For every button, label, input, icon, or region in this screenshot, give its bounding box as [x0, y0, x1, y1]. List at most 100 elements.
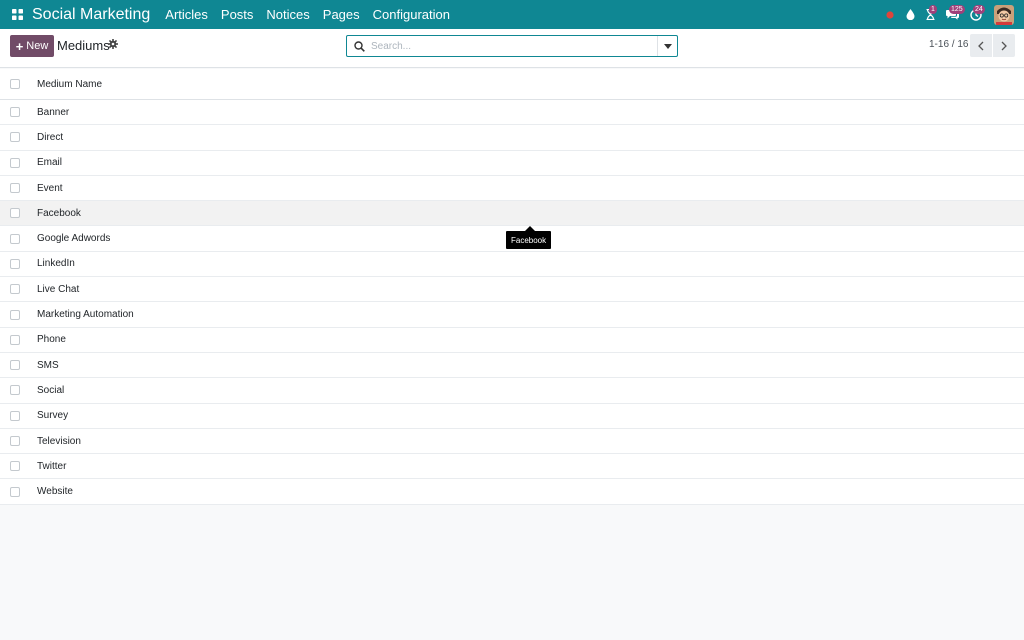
row-checkbox[interactable] — [10, 258, 20, 269]
table-row[interactable]: Email — [0, 150, 1024, 176]
row-checkbox-cell — [0, 157, 30, 168]
search-options-toggle[interactable] — [657, 36, 677, 56]
new-button[interactable]: + New — [10, 35, 54, 57]
row-checkbox[interactable] — [10, 385, 20, 396]
medium-name-cell: Email — [37, 157, 63, 169]
droplet-icon[interactable] — [900, 0, 920, 29]
row-checkbox-cell — [0, 208, 30, 219]
medium-name-cell: Twitter — [37, 460, 67, 472]
row-checkbox[interactable] — [10, 410, 20, 421]
table-row[interactable]: Marketing Automation — [0, 302, 1024, 328]
top-navbar: Social Marketing Articles Posts Notices … — [0, 0, 1024, 29]
pager-value[interactable]: 1-16 / 16 — [929, 39, 968, 50]
row-checkbox[interactable] — [10, 157, 20, 168]
chevron-left-icon — [978, 41, 984, 50]
row-checkbox-cell — [0, 233, 30, 244]
mediums-list: Medium Name Banner Direct Email Event Fa… — [0, 69, 1024, 505]
medium-name-cell: Television — [37, 435, 81, 447]
row-checkbox-cell — [0, 258, 30, 269]
medium-name-cell: Facebook — [37, 207, 81, 219]
search-bar — [346, 35, 678, 57]
search-input[interactable] — [371, 37, 657, 55]
page-title: Mediums — [57, 38, 110, 53]
select-all-cell — [0, 79, 30, 89]
medium-name-cell: Live Chat — [37, 283, 80, 295]
row-checkbox-cell — [0, 436, 30, 446]
table-row[interactable]: Banner — [0, 100, 1024, 126]
row-checkbox[interactable] — [10, 208, 20, 219]
status-dot-icon[interactable] — [880, 0, 900, 29]
pager-next-button[interactable] — [993, 34, 1015, 57]
medium-name-cell: LinkedIn — [37, 258, 75, 270]
row-checkbox[interactable] — [10, 183, 20, 194]
apps-grid-icon[interactable] — [2, 0, 32, 29]
table-row[interactable]: Phone — [0, 327, 1024, 353]
table-row[interactable]: LinkedIn — [0, 251, 1024, 278]
systray: 1 125 24 — [880, 0, 1024, 29]
row-checkbox-cell — [0, 107, 30, 118]
gear-icon[interactable] — [108, 39, 118, 49]
pager-previous-button[interactable] — [970, 34, 992, 57]
row-checkbox[interactable] — [10, 461, 20, 472]
app-name[interactable]: Social Marketing — [32, 6, 150, 24]
row-checkbox[interactable] — [10, 107, 20, 118]
row-checkbox[interactable] — [10, 132, 20, 143]
new-button-label: New — [26, 40, 49, 52]
table-row[interactable]: Event — [0, 175, 1024, 202]
chat-badge: 125 — [949, 5, 965, 14]
medium-name-cell: Website — [37, 486, 73, 498]
list-header: Medium Name — [0, 69, 1024, 100]
row-checkbox-cell — [0, 309, 30, 320]
medium-name-cell: Banner — [37, 106, 70, 118]
medium-name-cell: Event — [37, 182, 63, 194]
chat-icon[interactable]: 125 — [940, 0, 965, 29]
plus-icon: + — [15, 38, 24, 54]
table-row[interactable]: Direct — [0, 125, 1024, 151]
row-checkbox-cell — [0, 334, 30, 345]
menu-item-notices[interactable]: Notices — [266, 7, 309, 22]
table-row[interactable]: Television — [0, 428, 1024, 455]
row-checkbox[interactable] — [10, 284, 20, 295]
row-checkbox[interactable] — [10, 309, 20, 320]
table-row[interactable]: SMS — [0, 352, 1024, 379]
medium-name-cell: Google Adwords — [37, 233, 111, 245]
control-panel: + New Mediums 1-16 / 16 — [0, 29, 1024, 68]
row-checkbox-cell — [0, 486, 30, 497]
caret-down-icon — [663, 43, 672, 49]
table-row[interactable]: Twitter — [0, 454, 1024, 480]
table-row[interactable]: Social — [0, 378, 1024, 404]
row-checkbox[interactable] — [10, 233, 20, 244]
chevron-right-icon — [1001, 41, 1007, 50]
row-checkbox[interactable] — [10, 486, 20, 497]
row-checkbox-cell — [0, 284, 30, 295]
table-row[interactable]: Live Chat — [0, 277, 1024, 303]
row-tooltip: Facebook — [506, 231, 552, 249]
row-checkbox-cell — [0, 360, 30, 371]
menu-item-posts[interactable]: Posts — [221, 7, 254, 22]
select-all-checkbox[interactable] — [10, 79, 20, 89]
row-checkbox-cell — [0, 183, 30, 194]
clock-icon[interactable]: 24 — [964, 0, 988, 29]
row-checkbox[interactable] — [10, 436, 20, 446]
table-row[interactable]: Survey — [0, 403, 1024, 429]
column-header-medium-name[interactable]: Medium Name — [37, 79, 102, 90]
table-row[interactable]: Website — [0, 479, 1024, 505]
row-checkbox[interactable] — [10, 334, 20, 345]
hourglass-badge: 1 — [929, 5, 937, 14]
hourglass-icon[interactable]: 1 — [920, 0, 940, 29]
table-row[interactable]: Facebook — [0, 201, 1024, 227]
search-icon — [347, 40, 371, 52]
row-checkbox-cell — [0, 385, 30, 396]
row-checkbox-cell — [0, 410, 30, 421]
row-checkbox[interactable] — [10, 360, 20, 371]
menu-item-configuration[interactable]: Configuration — [373, 7, 450, 22]
medium-name-cell: Direct — [37, 131, 64, 143]
medium-name-cell: Social — [37, 384, 65, 396]
medium-name-cell: SMS — [37, 359, 59, 371]
menu-item-articles[interactable]: Articles — [165, 7, 208, 22]
medium-name-cell: Marketing Automation — [37, 309, 134, 321]
user-avatar[interactable] — [994, 4, 1014, 25]
row-checkbox-cell — [0, 132, 30, 143]
menu-item-pages[interactable]: Pages — [323, 7, 360, 22]
activity-badge: 24 — [973, 5, 985, 14]
